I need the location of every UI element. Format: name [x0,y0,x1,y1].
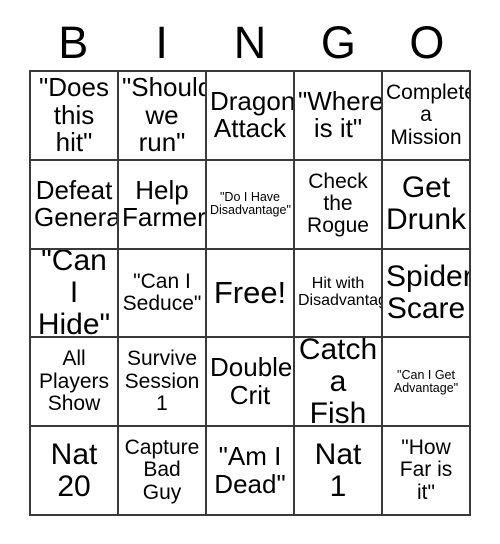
bingo-square-label: Check the Rogue [307,169,369,238]
bingo-square[interactable]: Hit with Disadvantage [295,249,383,339]
bingo-square-label: "Should we run" [122,72,207,158]
bingo-square[interactable]: "Am I Dead" [207,427,295,516]
bingo-square-label: All Players Show [38,347,110,415]
bingo-header-letter-n: N [233,16,267,68]
bingo-square[interactable]: "Does this hit" [31,72,119,161]
bingo-square[interactable]: "Can I Hide" [31,249,119,339]
bingo-square[interactable]: Catch a Fish [295,338,383,428]
bingo-square-label: Free! [213,274,287,310]
bingo-square[interactable]: Double Crit [207,338,295,428]
bingo-square-label: Hit with Disadvantage [298,275,381,309]
bingo-square[interactable]: "Should we run" [119,72,207,161]
bingo-square-label: "Can I Get Advantage" [393,367,459,395]
bingo-square-label: Spider Scare [386,260,471,325]
bingo-square[interactable]: Complete a Mission [383,72,471,161]
bingo-square-label: Dragon Attack [210,85,295,144]
bingo-free-space[interactable]: Free! [207,249,295,339]
bingo-square-label: Survive Session 1 [124,347,200,415]
bingo-square[interactable]: "Do I Have Disadvantage" [207,160,295,250]
bingo-square[interactable]: Defeat General [31,160,119,250]
bingo-square-label: "Am I Dead" [214,441,286,499]
bingo-square-label: "Can I Seduce" [122,269,202,315]
bingo-square-label: Complete a Mission [386,81,471,149]
bingo-square-label: "Do I Have Disadvantage" [210,189,291,218]
bingo-header-letter-i: I [155,16,168,68]
bingo-square[interactable]: Help Farmers [119,160,207,250]
bingo-square[interactable]: Capture Bad Guy [119,427,207,516]
bingo-square-label: Nat 1 [314,437,362,503]
bingo-square-label: "Does this hit" [39,72,109,158]
bingo-square-label: Double Crit [210,352,293,410]
bingo-grid: "Does this hit" "Should we run" Dragon Att… [29,70,471,516]
bingo-square[interactable]: "Can I Get Advantage" [383,338,471,428]
bingo-square-label: "Can I Hide" [37,249,111,339]
bingo-square[interactable]: "Where is it" [295,72,383,161]
bingo-square-label: Defeat General [34,174,119,233]
bingo-square[interactable]: All Players Show [31,338,119,428]
bingo-square[interactable]: Survive Session 1 [119,338,207,428]
bingo-square-label: Get Drunk [386,171,467,237]
bingo-square[interactable]: "How Far is it" [383,427,471,516]
bingo-square[interactable]: Check the Rogue [295,160,383,250]
bingo-square-label: "Where is it" [298,85,383,144]
bingo-square-label: "How Far is it" [399,436,453,504]
bingo-header-letter-b: B [58,16,89,68]
bingo-square[interactable]: Nat 20 [31,427,119,516]
bingo-square-label: Capture Bad Guy [124,436,200,504]
bingo-header-row: B I N G O [29,14,471,70]
bingo-square[interactable]: Get Drunk [383,160,471,250]
bingo-header-letter-o: O [409,16,445,68]
bingo-square-label: Nat 20 [50,437,98,503]
bingo-card: B I N G O "Does this hit" "Should we run"… [0,0,500,544]
bingo-square[interactable]: Dragon Attack [207,72,295,161]
bingo-square[interactable]: "Can I Seduce" [119,249,207,339]
bingo-header-letter-g: G [320,16,356,68]
bingo-square[interactable]: Nat 1 [295,427,383,516]
bingo-square[interactable]: Spider Scare [383,249,471,339]
bingo-square-label: Catch a Fish [298,338,378,428]
bingo-square-label: Help Farmers [122,174,206,233]
